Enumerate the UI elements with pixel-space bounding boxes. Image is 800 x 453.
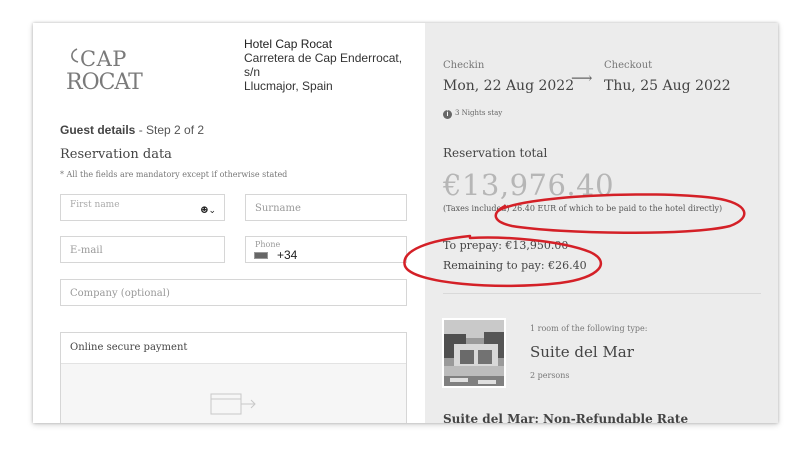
hotel-address-line1: Carretera de Cap Enderrocat, bbox=[244, 51, 403, 65]
checkout-label: Checkout bbox=[604, 60, 653, 71]
hotel-name: Hotel Cap Rocat bbox=[244, 37, 333, 51]
arrow-right-icon: ⟶ bbox=[571, 69, 593, 87]
hotel-info: Hotel Cap Rocat Carretera de Cap Enderro… bbox=[244, 37, 414, 93]
checkin-label: Checkin bbox=[443, 60, 485, 71]
surname-field[interactable]: Surname bbox=[245, 194, 407, 221]
room-photo-image bbox=[444, 320, 504, 386]
step-title-rest: - Step 2 of 2 bbox=[135, 123, 205, 137]
hotel-address-line3: Llucmajor, Spain bbox=[244, 79, 333, 93]
divider bbox=[443, 293, 761, 294]
room-type-note: 1 room of the following type: bbox=[530, 324, 648, 333]
nights-stay: i3 Nights stay bbox=[443, 109, 502, 119]
country-flag-icon[interactable] bbox=[254, 252, 268, 259]
remaining-amount: Remaining to pay: €26.40 bbox=[443, 259, 587, 272]
guest-details-panel: CAP ROCAT Hotel Cap Rocat Carretera de C… bbox=[33, 23, 425, 423]
surname-placeholder: Surname bbox=[255, 203, 301, 214]
nights-stay-text: 3 Nights stay bbox=[455, 109, 503, 117]
credit-card-icon bbox=[210, 393, 256, 415]
taxes-note: (Taxes included) 26.40 EUR of which to b… bbox=[443, 204, 723, 213]
company-placeholder: Company (optional) bbox=[70, 288, 170, 299]
reservation-total-label: Reservation total bbox=[443, 146, 548, 160]
email-placeholder: E-mail bbox=[70, 245, 103, 256]
online-payment-section: Online secure payment bbox=[60, 332, 407, 423]
hotel-address-line2: s/n bbox=[244, 65, 261, 79]
hotel-logo-mark: CAP ROCAT bbox=[66, 47, 144, 95]
checkout-date: Thu, 25 Aug 2022 bbox=[604, 78, 731, 94]
booking-card: CAP ROCAT Hotel Cap Rocat Carretera de C… bbox=[33, 23, 778, 423]
phone-field[interactable]: Phone +34 bbox=[245, 236, 407, 263]
phone-country-code: +34 bbox=[277, 248, 298, 262]
checkin-date: Mon, 22 Aug 2022 bbox=[443, 78, 575, 94]
logo-line-rocat: ROCAT bbox=[66, 70, 143, 95]
reservation-summary-panel: Checkin Mon, 22 Aug 2022 ⟶ Checkout Thu,… bbox=[425, 23, 778, 423]
first-name-placeholder: First name bbox=[70, 200, 120, 210]
section-title: Reservation data bbox=[60, 147, 172, 162]
info-icon: i bbox=[443, 110, 452, 119]
company-field[interactable]: Company (optional) bbox=[60, 279, 407, 306]
logo-line-cap: CAP bbox=[80, 47, 127, 71]
email-field[interactable]: E-mail bbox=[60, 236, 225, 263]
payment-body bbox=[61, 364, 406, 423]
mandatory-note: * All the fields are mandatory except if… bbox=[60, 170, 288, 179]
room-persons: 2 persons bbox=[530, 371, 570, 380]
rate-name: Suite del Mar: Non-Refundable Rate bbox=[443, 412, 689, 423]
step-title-bold: Guest details bbox=[60, 123, 136, 137]
step-title: Guest details - Step 2 of 2 bbox=[60, 123, 204, 137]
payment-title: Online secure payment bbox=[70, 342, 188, 353]
prepay-amount: To prepay: €13,950.00 bbox=[443, 239, 569, 252]
autofill-contact-icon[interactable]: ☻⌄ bbox=[200, 206, 216, 216]
first-name-field[interactable]: First name ☻⌄ bbox=[60, 194, 225, 221]
payment-header[interactable]: Online secure payment bbox=[61, 333, 406, 364]
reservation-total-amount: €13,976.40 bbox=[443, 168, 615, 202]
room-photo bbox=[442, 318, 506, 388]
hotel-logo: CAP ROCAT bbox=[64, 45, 174, 95]
room-name: Suite del Mar bbox=[530, 343, 634, 361]
